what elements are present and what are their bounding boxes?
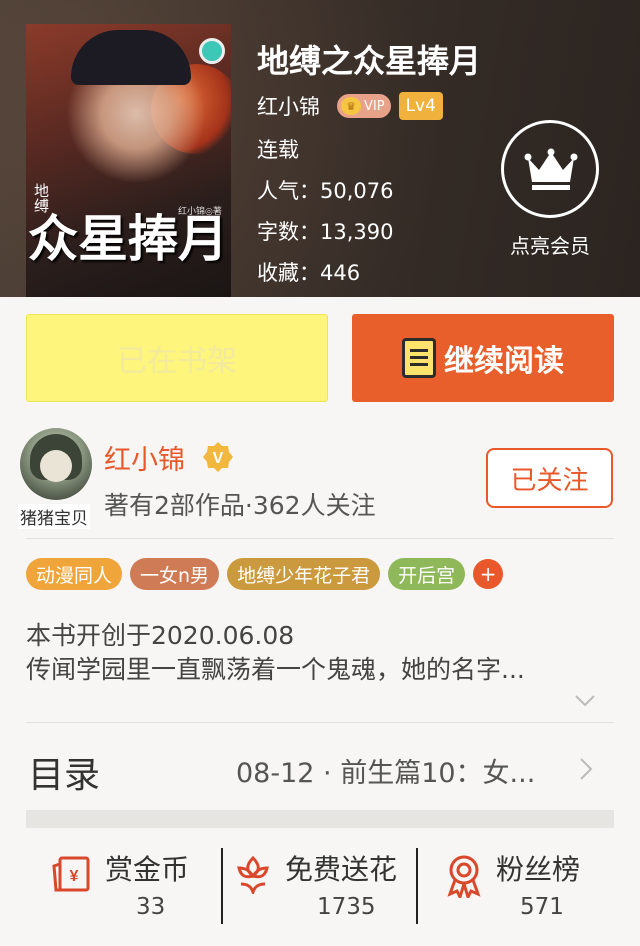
vip-badge: ♛ VIP bbox=[337, 94, 391, 118]
flowers-count: 1735 bbox=[317, 894, 376, 920]
fan-ranking-label: 粉丝榜 bbox=[496, 853, 581, 886]
send-flowers-button[interactable]: 免费送花 1735 bbox=[223, 840, 417, 930]
continue-reading-button[interactable]: 继续阅读 bbox=[352, 314, 614, 402]
verified-icon: V bbox=[203, 442, 233, 472]
author-avatar[interactable] bbox=[20, 428, 92, 500]
member-label: 点亮会员 bbox=[510, 234, 590, 258]
on-shelf-button[interactable]: 已在书架 bbox=[26, 314, 328, 402]
reward-coins-button[interactable]: ¥ 赏金币 33 bbox=[26, 840, 222, 930]
level-badge: Lv4 bbox=[398, 92, 443, 120]
favorites-count: 收藏：446 bbox=[257, 261, 361, 285]
tag-item[interactable]: 一女n男 bbox=[130, 558, 220, 590]
avatar-caption: 猪猪宝贝 bbox=[18, 504, 90, 529]
vip-label: VIP bbox=[364, 98, 385, 114]
fans-count: 571 bbox=[520, 894, 564, 920]
latest-chapter[interactable]: 08-12 · 前生篇10：女... bbox=[236, 751, 566, 790]
tag-item[interactable]: 开后宫 bbox=[388, 558, 466, 590]
reward-coins-label: 赏金币 bbox=[105, 853, 190, 886]
book-icon bbox=[402, 338, 436, 378]
book-header: 地缚 红小锦◎著 众星捧月 地缚之众星捧月 红小锦 ♛ VIP Lv4 连载 人… bbox=[0, 0, 640, 297]
divider bbox=[26, 538, 614, 539]
follow-button[interactable]: 已关注 bbox=[486, 448, 613, 508]
author-link[interactable]: 红小锦 bbox=[257, 91, 320, 121]
fan-ranking-button[interactable]: 粉丝榜 571 bbox=[418, 840, 614, 930]
section-separator bbox=[26, 810, 614, 828]
author-meta: 著有2部作品·362人关注 bbox=[104, 491, 376, 520]
book-description[interactable]: 本书开创于2020.06.08 传闻学园里一直飘荡着一个鬼魂，她的名字... bbox=[26, 619, 614, 687]
crown-icon bbox=[524, 148, 578, 190]
svg-text:V: V bbox=[213, 450, 224, 467]
member-crown-ring bbox=[501, 120, 599, 218]
word-count: 字数：13,390 bbox=[257, 220, 394, 244]
toc-label[interactable]: 目录 bbox=[28, 746, 100, 798]
book-cover[interactable]: 地缚 红小锦◎著 众星捧月 bbox=[26, 24, 231, 297]
book-title: 地缚之众星捧月 bbox=[257, 42, 482, 80]
divider bbox=[26, 722, 614, 723]
send-flowers-label: 免费送花 bbox=[285, 853, 398, 886]
cover-art-emblem bbox=[199, 38, 225, 64]
cover-title: 众星捧月 bbox=[28, 209, 228, 268]
author-row: 红小锦 ♛ VIP Lv4 bbox=[257, 91, 443, 121]
ribbon-medal-icon bbox=[447, 855, 481, 898]
more-tags-button[interactable]: + bbox=[473, 559, 504, 589]
author-name[interactable]: 红小锦 bbox=[104, 438, 185, 477]
serial-status: 连载 bbox=[257, 138, 299, 162]
popularity-count: 人气：50,076 bbox=[257, 179, 394, 203]
tag-item[interactable]: 动漫同人 bbox=[26, 558, 123, 590]
red-envelope-icon: ¥ bbox=[52, 856, 90, 892]
description-line: 本书开创于2020.06.08 bbox=[26, 621, 295, 650]
expand-chevron-icon[interactable] bbox=[574, 694, 596, 708]
crown-icon: ♛ bbox=[341, 97, 361, 115]
description-line: 传闻学园里一直飘荡着一个鬼魂，她的名字... bbox=[26, 655, 525, 684]
tag-item[interactable]: 地缚少年花子君 bbox=[227, 558, 381, 590]
continue-reading-label: 继续阅读 bbox=[444, 344, 564, 379]
tag-list: 动漫同人 一女n男 地缚少年花子君 开后宫 + bbox=[26, 558, 504, 590]
chevron-right-icon[interactable] bbox=[578, 756, 594, 782]
cover-art-hat bbox=[71, 30, 191, 85]
reward-coins-count: 33 bbox=[136, 894, 166, 920]
svg-text:¥: ¥ bbox=[70, 868, 79, 885]
flower-icon bbox=[237, 855, 269, 894]
